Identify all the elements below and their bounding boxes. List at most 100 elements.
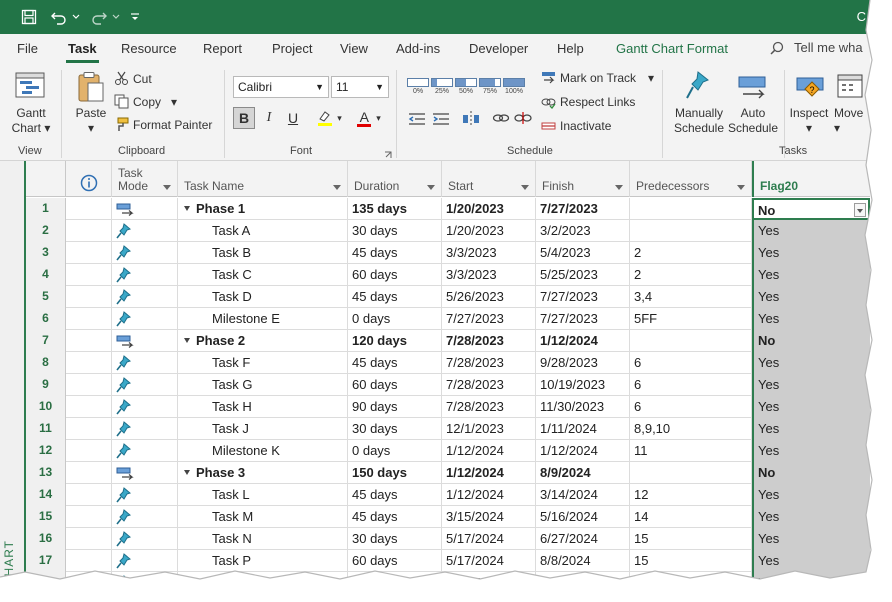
row-number[interactable]: 14 bbox=[26, 484, 66, 506]
start-cell[interactable]: 12/1/2023 bbox=[442, 418, 536, 440]
manually-schedule-button[interactable]: Manually Schedule bbox=[670, 106, 728, 136]
column-header-flag20[interactable]: Flag20 bbox=[752, 161, 870, 197]
inactivate-button[interactable]: Inactivate bbox=[541, 119, 611, 133]
duration-cell[interactable]: 30 days bbox=[348, 220, 442, 242]
duration-cell[interactable]: 120 days bbox=[348, 330, 442, 352]
start-cell[interactable]: 1/20/2023 bbox=[442, 198, 536, 220]
tab-report[interactable]: Report bbox=[203, 41, 242, 56]
task-row[interactable]: 18 Milestone Q0 days 8/9/2024 8/9/2024 Yes bbox=[26, 572, 870, 594]
predecessors-cell[interactable]: 14 bbox=[630, 506, 752, 528]
paste-icon[interactable] bbox=[76, 71, 106, 106]
indicator-cell[interactable] bbox=[66, 506, 112, 528]
undo-dropdown-icon[interactable] bbox=[71, 6, 81, 28]
finish-cell[interactable]: 7/27/2023 bbox=[536, 286, 630, 308]
duration-cell[interactable]: 60 days bbox=[348, 550, 442, 572]
predecessors-cell[interactable] bbox=[630, 198, 752, 220]
task-mode-cell[interactable] bbox=[112, 352, 178, 374]
row-number[interactable]: 6 bbox=[26, 308, 66, 330]
font-name-select[interactable]: Calibri ▼ bbox=[233, 76, 329, 98]
duration-cell[interactable]: 150 days bbox=[348, 462, 442, 484]
start-cell[interactable]: 3/15/2024 bbox=[442, 506, 536, 528]
pushpin-icon[interactable] bbox=[684, 70, 712, 105]
tell-me-box[interactable]: Tell me wha bbox=[770, 40, 863, 55]
duration-cell[interactable]: 45 days bbox=[348, 484, 442, 506]
finish-cell[interactable]: 10/19/2023 bbox=[536, 374, 630, 396]
start-cell[interactable]: 8/9/2024 bbox=[442, 572, 536, 594]
tab-resource[interactable]: Resource bbox=[121, 41, 177, 56]
indicator-cell[interactable] bbox=[66, 396, 112, 418]
finish-cell[interactable]: 6/27/2024 bbox=[536, 528, 630, 550]
start-cell[interactable]: 7/27/2023 bbox=[442, 308, 536, 330]
column-header-indicators[interactable] bbox=[66, 161, 112, 197]
column-header-task-name[interactable]: Task Name bbox=[178, 161, 348, 197]
start-cell[interactable]: 5/17/2024 bbox=[442, 528, 536, 550]
percent-complete-100-button[interactable]: 100% bbox=[503, 78, 525, 95]
copy-button[interactable]: Copy ▾ bbox=[114, 94, 177, 109]
finish-cell[interactable]: 1/12/2024 bbox=[536, 330, 630, 352]
task-name-cell[interactable]: Task C bbox=[178, 264, 348, 286]
finish-cell[interactable]: 8/9/2024 bbox=[536, 572, 630, 594]
task-name-cell[interactable]: Task N bbox=[178, 528, 348, 550]
task-row[interactable]: 17 Task P 60 days 5/17/2024 8/8/2024 15 Yes bbox=[26, 550, 870, 572]
row-number[interactable]: 7 bbox=[26, 330, 66, 352]
filter-dropdown-icon[interactable] bbox=[333, 185, 341, 190]
finish-cell[interactable]: 1/11/2024 bbox=[536, 418, 630, 440]
highlight-color-button[interactable]: ▾ bbox=[312, 107, 346, 129]
finish-cell[interactable]: 11/30/2023 bbox=[536, 396, 630, 418]
tab-add-ins[interactable]: Add-ins bbox=[396, 41, 440, 56]
task-mode-cell[interactable] bbox=[112, 198, 178, 220]
duration-cell[interactable]: 45 days bbox=[348, 242, 442, 264]
predecessors-cell[interactable] bbox=[630, 220, 752, 242]
percent-complete-75-button[interactable]: 75% bbox=[479, 78, 501, 95]
task-name-cell[interactable]: Phase 2 bbox=[178, 330, 348, 352]
flag20-cell[interactable]: Yes bbox=[752, 572, 870, 594]
task-mode-cell[interactable] bbox=[112, 242, 178, 264]
duration-cell[interactable]: 45 days bbox=[348, 286, 442, 308]
predecessors-cell[interactable]: 15 bbox=[630, 528, 752, 550]
duration-cell[interactable]: 0 days bbox=[348, 308, 442, 330]
outdent-icon[interactable] bbox=[408, 112, 426, 129]
task-mode-cell[interactable] bbox=[112, 550, 178, 572]
task-mode-cell[interactable] bbox=[112, 528, 178, 550]
task-row[interactable]: 9 Task G 60 days 7/28/2023 10/19/2023 6 Yes bbox=[26, 374, 870, 396]
task-row[interactable]: 12 Milestone K0 days 1/12/2024 1/12/2024 11 Y… bbox=[26, 440, 870, 462]
undo-icon[interactable] bbox=[48, 6, 70, 28]
task-mode-cell[interactable] bbox=[112, 462, 178, 484]
column-header-start[interactable]: Start bbox=[442, 161, 536, 197]
flag20-cell[interactable]: Yes bbox=[752, 550, 870, 572]
task-row[interactable]: 15 Task M 45 days 3/15/2024 5/16/2024 14 Yes bbox=[26, 506, 870, 528]
row-number[interactable]: 1 bbox=[26, 198, 66, 220]
indicator-cell[interactable] bbox=[66, 220, 112, 242]
font-color-button[interactable]: A ▾ bbox=[352, 107, 386, 129]
task-row[interactable]: 4 Task C 60 days 3/3/2023 5/25/2023 2 Yes bbox=[26, 264, 870, 286]
select-all-corner[interactable] bbox=[26, 161, 66, 197]
finish-cell[interactable]: 5/4/2023 bbox=[536, 242, 630, 264]
start-cell[interactable]: 7/28/2023 bbox=[442, 374, 536, 396]
task-row[interactable]: 6 Milestone E0 days 7/27/2023 7/27/2023 5FF Y… bbox=[26, 308, 870, 330]
task-row[interactable]: 2 Task A 30 days 1/20/2023 3/2/2023 Yes bbox=[26, 220, 870, 242]
predecessors-cell[interactable] bbox=[630, 462, 752, 484]
start-cell[interactable]: 1/12/2024 bbox=[442, 462, 536, 484]
summary-task-row[interactable]: 7 Phase 2 120 days 7/28/2023 1/12/2024 No bbox=[26, 330, 870, 352]
unlink-tasks-icon[interactable] bbox=[514, 111, 532, 128]
task-mode-cell[interactable] bbox=[112, 572, 178, 594]
filter-dropdown-icon[interactable] bbox=[427, 185, 435, 190]
predecessors-cell[interactable]: 15 bbox=[630, 550, 752, 572]
dialog-launcher-icon[interactable] bbox=[384, 148, 392, 162]
predecessors-cell[interactable]: 6 bbox=[630, 396, 752, 418]
flag20-cell[interactable]: No bbox=[752, 462, 870, 484]
start-cell[interactable]: 3/3/2023 bbox=[442, 264, 536, 286]
task-mode-cell[interactable] bbox=[112, 374, 178, 396]
indicator-cell[interactable] bbox=[66, 264, 112, 286]
cut-button[interactable]: Cut bbox=[114, 71, 152, 86]
row-number[interactable]: 17 bbox=[26, 550, 66, 572]
percent-complete-50-button[interactable]: 50% bbox=[455, 78, 477, 95]
indicator-cell[interactable] bbox=[66, 528, 112, 550]
column-header-finish[interactable]: Finish bbox=[536, 161, 630, 197]
task-name-cell[interactable]: Task G bbox=[178, 374, 348, 396]
duration-cell[interactable]: 45 days bbox=[348, 352, 442, 374]
finish-cell[interactable]: 7/27/2023 bbox=[536, 198, 630, 220]
duration-cell[interactable]: 60 days bbox=[348, 264, 442, 286]
finish-cell[interactable]: 5/16/2024 bbox=[536, 506, 630, 528]
filter-dropdown-icon[interactable] bbox=[737, 185, 745, 190]
